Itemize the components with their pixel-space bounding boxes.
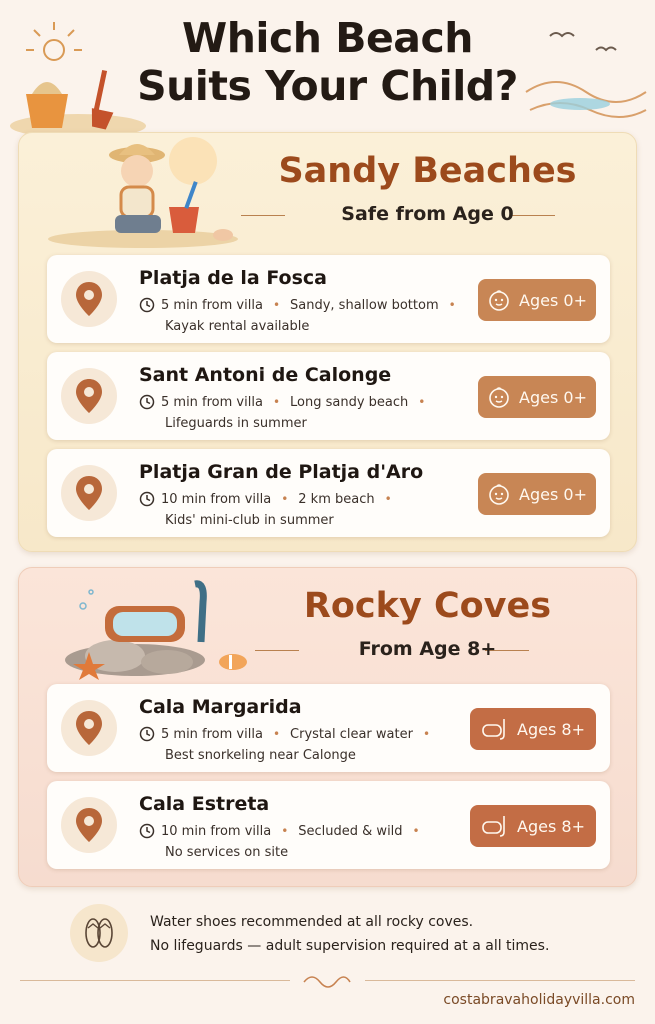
cove-name: Cala Margarida — [139, 696, 302, 718]
location-pin-icon — [61, 797, 117, 853]
location-pin-icon — [61, 465, 117, 521]
clock-icon — [139, 297, 155, 313]
beach-detail: Sandy, shallow bottom — [290, 297, 439, 313]
baby-face-icon — [489, 290, 509, 311]
footer-divider — [365, 980, 635, 981]
age-badge-label: Ages 8+ — [517, 816, 585, 836]
clock-icon — [139, 726, 155, 742]
note-line-1: Water shoes recommended at all rocky cov… — [150, 914, 474, 930]
snorkel-mask-icon — [482, 719, 505, 740]
wave-icon — [303, 976, 351, 988]
travel-time: 5 min from villa — [161, 297, 263, 313]
cove-card[interactable]: Cala Estreta 10 min from villa • Seclude… — [47, 781, 610, 869]
beach-info: 10 min from villa • 2 km beach • — [139, 491, 396, 507]
age-badge: Ages 8+ — [470, 805, 596, 847]
age-badge: Ages 0+ — [478, 376, 596, 418]
age-badge: Ages 0+ — [478, 279, 596, 321]
beach-card[interactable]: Platja Gran de Platja d'Aro 10 min from … — [47, 449, 610, 537]
travel-time: 5 min from villa — [161, 394, 263, 410]
beach-detail: 2 km beach — [298, 491, 375, 507]
age-badge: Ages 8+ — [470, 708, 596, 750]
beach-extra: Lifeguards in summer — [165, 416, 307, 431]
clock-icon — [139, 394, 155, 410]
child-building-sandcastle-illustration — [48, 137, 238, 248]
sandy-section-subtitle: Safe from Age 0 — [341, 203, 514, 225]
cove-extra: No services on site — [165, 845, 289, 860]
age-badge-label: Ages 0+ — [519, 290, 587, 310]
age-badge: Ages 0+ — [478, 473, 596, 515]
age-badge-label: Ages 8+ — [517, 719, 585, 739]
beach-card[interactable]: Platja de la Fosca 5 min from villa • Sa… — [47, 255, 610, 343]
beach-name: Platja Gran de Platja d'Aro — [139, 461, 424, 483]
clock-icon — [139, 491, 155, 507]
cove-extra: Best snorkeling near Calonge — [165, 748, 356, 763]
note-line-2: No lifeguards — adult supervision requir… — [150, 938, 550, 954]
beach-name: Sant Antoni de Calonge — [139, 364, 392, 386]
rocky-section-subtitle: From Age 8+ — [358, 638, 497, 660]
beach-card[interactable]: Sant Antoni de Calonge 5 min from villa … — [47, 352, 610, 440]
flip-flops-icon — [70, 904, 128, 962]
beach-detail: Long sandy beach — [290, 394, 409, 410]
cove-info: 5 min from villa • Crystal clear water • — [139, 726, 434, 742]
beach-name: Platja de la Fosca — [139, 267, 327, 289]
cove-detail: Crystal clear water — [290, 726, 413, 742]
beach-info: 5 min from villa • Long sandy beach • — [139, 394, 429, 410]
rocky-section-title: Rocky Coves — [303, 586, 552, 626]
travel-time: 10 min from villa — [161, 491, 272, 507]
waves-birds-illustration — [525, 32, 647, 118]
sandy-section-title: Sandy Beaches — [278, 151, 577, 191]
beach-extra: Kayak rental available — [165, 319, 310, 334]
rocky-coves-section: Rocky Coves From Age 8+ Cala Margarida 5… — [18, 567, 637, 887]
sandcastle-bucket-illustration — [10, 22, 146, 138]
cove-card[interactable]: Cala Margarida 5 min from villa • Crysta… — [47, 684, 610, 772]
cove-name: Cala Estreta — [139, 793, 270, 815]
footer-divider — [20, 980, 290, 981]
baby-face-icon — [489, 387, 509, 408]
sandy-beaches-section: Sandy Beaches Safe from Age 0 Platja de … — [18, 132, 637, 552]
beach-extra: Kids' mini-club in summer — [165, 513, 334, 528]
travel-time: 10 min from villa — [161, 823, 272, 839]
location-pin-icon — [61, 271, 117, 327]
age-badge-label: Ages 0+ — [519, 387, 587, 407]
snorkel-mask-icon — [482, 816, 505, 837]
cove-info: 10 min from villa • Secluded & wild • — [139, 823, 424, 839]
website-url[interactable]: costabravaholidayvilla.com — [443, 992, 635, 1008]
travel-time: 5 min from villa — [161, 726, 263, 742]
baby-face-icon — [489, 484, 509, 505]
cove-detail: Secluded & wild — [298, 823, 403, 839]
age-badge-label: Ages 0+ — [519, 484, 587, 504]
location-pin-icon — [61, 368, 117, 424]
clock-icon — [139, 823, 155, 839]
beach-info: 5 min from villa • Sandy, shallow bottom… — [139, 297, 460, 313]
location-pin-icon — [61, 700, 117, 756]
safety-note-text: Water shoes recommended at all rocky cov… — [150, 910, 610, 958]
